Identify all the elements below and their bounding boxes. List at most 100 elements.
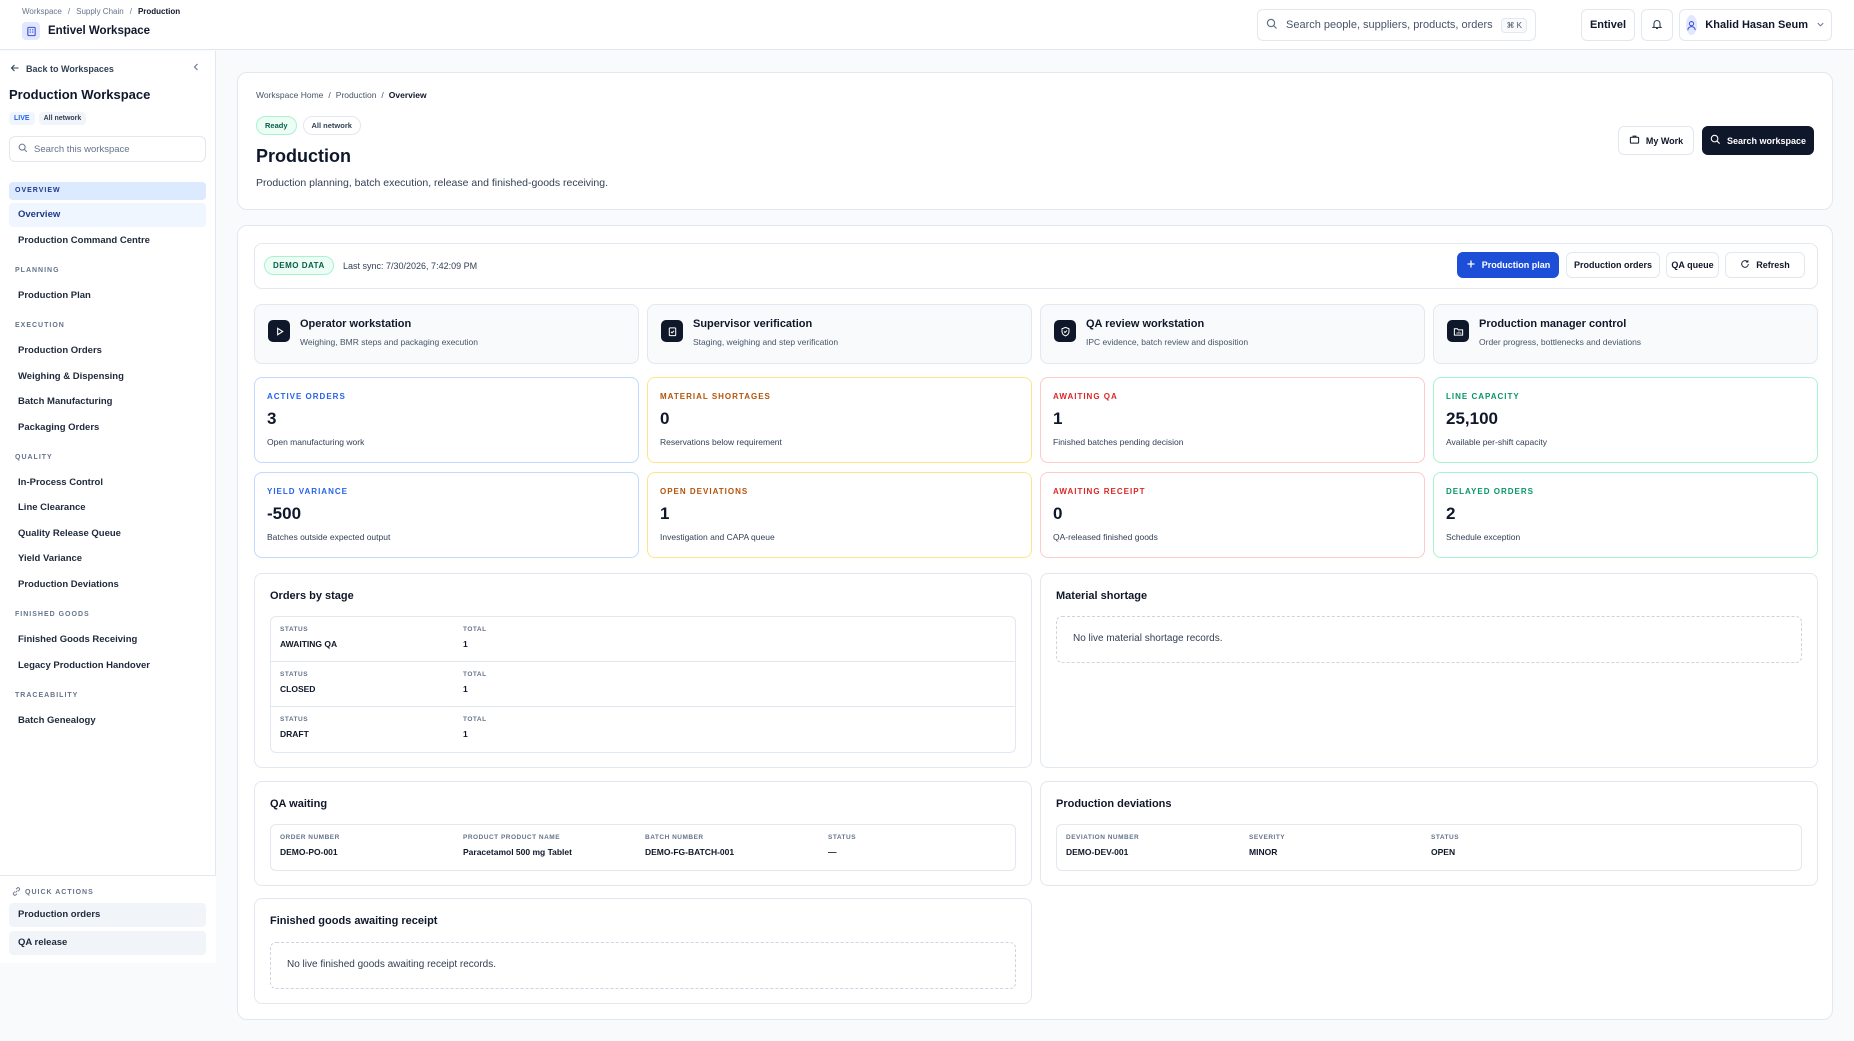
- table-cell: 1: [463, 684, 468, 694]
- sidebar-item-production-plan[interactable]: Production Plan: [9, 284, 206, 308]
- my-work-button[interactable]: My Work: [1618, 126, 1694, 155]
- workspace-title[interactable]: Entivel Workspace: [22, 22, 150, 40]
- table-row[interactable]: STATUS AWAITING QA TOTAL 1: [271, 617, 1015, 662]
- kpi-line-capacity[interactable]: LINE CAPACITY 25,100 Available per-shift…: [1433, 377, 1818, 463]
- play-icon: [268, 320, 290, 342]
- sync-bar: DEMO DATA Last sync: 7/30/2026, 7:42:09 …: [254, 243, 1818, 289]
- kpi-subtitle: QA-released finished goods: [1053, 532, 1158, 542]
- quick-action-production-orders[interactable]: Production orders: [9, 903, 206, 927]
- sidebar-item-batch-manufacturing[interactable]: Batch Manufacturing: [9, 390, 206, 414]
- sidebar-badges: LIVE All network: [9, 112, 87, 125]
- table-cell: 1: [463, 639, 468, 649]
- table-cell: 1: [463, 729, 468, 739]
- sidebar: Back to Workspaces Production Workspace …: [0, 51, 216, 963]
- back-label: Back to Workspaces: [26, 64, 114, 74]
- crumb-workspace-home[interactable]: Workspace Home: [256, 90, 323, 100]
- crumb-production[interactable]: Production: [336, 90, 377, 100]
- sidebar-item-production-deviations[interactable]: Production Deviations: [9, 573, 206, 597]
- production-orders-button[interactable]: Production orders: [1566, 252, 1660, 278]
- kpi-value: 0: [660, 409, 670, 428]
- chevron-left-icon: [190, 62, 202, 76]
- quick-action-qa-release[interactable]: QA release: [9, 931, 206, 955]
- sidebar-item-command-centre[interactable]: Production Command Centre: [9, 229, 206, 253]
- back-to-workspaces-link[interactable]: Back to Workspaces: [10, 63, 114, 75]
- supervisor-verification-card[interactable]: Supervisor verification Staging, weighin…: [647, 304, 1032, 364]
- last-sync-text: Last sync: 7/30/2026, 7:42:09 PM: [343, 261, 478, 271]
- workstation-subtitle: Weighing, BMR steps and packaging execut…: [300, 337, 478, 347]
- bell-icon: [1651, 18, 1663, 33]
- kpi-value: 25,100: [1446, 409, 1498, 428]
- page-subtitle: Production planning, batch execution, re…: [256, 177, 608, 189]
- network-badge: All network: [302, 116, 361, 135]
- table-row[interactable]: ORDER NUMBER DEMO-PO-001 PRODUCT PRODUCT …: [271, 825, 1015, 870]
- shield-check-icon: [1054, 320, 1076, 342]
- empty-message: No live material shortage records.: [1073, 633, 1223, 644]
- page-breadcrumb: Workspace Home / Production / Overview: [256, 90, 427, 100]
- fg-awaiting-receipt-panel: Finished goods awaiting receipt No live …: [254, 898, 1032, 1004]
- panel-title: Finished goods awaiting receipt: [270, 915, 438, 927]
- table-row[interactable]: DEVIATION NUMBER DEMO-DEV-001 SEVERITY MIN…: [1057, 825, 1801, 870]
- building-icon: [22, 22, 40, 40]
- table-cell: —: [828, 847, 837, 857]
- column-header: DEVIATION NUMBER: [1066, 834, 1140, 841]
- table-row[interactable]: STATUS DRAFT TOTAL 1: [271, 707, 1015, 752]
- kpi-yield-variance[interactable]: YIELD VARIANCE -500 Batches outside expe…: [254, 472, 639, 558]
- table-cell: OPEN: [1431, 847, 1456, 857]
- section-finished-goods: FINISHED GOODS: [15, 611, 90, 618]
- user-menu-button[interactable]: Khalid Hasan Seum: [1679, 9, 1832, 41]
- kpi-value: 1: [1053, 409, 1063, 428]
- kpi-label: OPEN DEVIATIONS: [660, 487, 749, 496]
- sidebar-item-packaging-orders[interactable]: Packaging Orders: [9, 416, 206, 440]
- kpi-delayed-orders[interactable]: DELAYED ORDERS 2 Schedule exception: [1433, 472, 1818, 558]
- refresh-button[interactable]: Refresh: [1725, 252, 1805, 278]
- kpi-active-orders[interactable]: ACTIVE ORDERS 3 Open manufacturing work: [254, 377, 639, 463]
- quick-actions-title: QUICK ACTIONS: [12, 887, 94, 898]
- sidebar-item-fg-receiving[interactable]: Finished Goods Receiving: [9, 628, 206, 652]
- sidebar-item-legacy-handover[interactable]: Legacy Production Handover: [9, 654, 206, 678]
- empty-state: No live material shortage records.: [1056, 616, 1802, 663]
- sidebar-item-production-orders[interactable]: Production Orders: [9, 339, 206, 363]
- workstation-subtitle: Order progress, bottlenecks and deviatio…: [1479, 337, 1642, 347]
- operator-workstation-card[interactable]: Operator workstation Weighing, BMR steps…: [254, 304, 639, 364]
- production-manager-card[interactable]: Production manager control Order progres…: [1433, 304, 1818, 364]
- status-badge: Ready: [256, 116, 297, 135]
- sidebar-item-yield-variance[interactable]: Yield Variance: [9, 547, 206, 571]
- table-row[interactable]: STATUS CLOSED TOTAL 1: [271, 662, 1015, 707]
- notifications-button[interactable]: [1641, 9, 1673, 41]
- breadcrumb-workspace[interactable]: Workspace: [22, 7, 62, 16]
- qa-review-workstation-card[interactable]: QA review workstation IPC evidence, batc…: [1040, 304, 1425, 364]
- org-switcher-button[interactable]: Entivel: [1581, 9, 1635, 41]
- column-header: STATUS: [828, 834, 857, 841]
- kpi-awaiting-qa[interactable]: AWAITING QA 1 Finished batches pending d…: [1040, 377, 1425, 463]
- demo-data-badge: DEMO DATA: [264, 256, 334, 275]
- overview-content: DEMO DATA Last sync: 7/30/2026, 7:42:09 …: [237, 225, 1833, 1020]
- orders-by-stage-table: STATUS AWAITING QA TOTAL 1 STATUS CLOSED TO…: [270, 616, 1016, 753]
- sidebar-item-overview[interactable]: Overview: [9, 203, 206, 227]
- kpi-label: LINE CAPACITY: [1446, 392, 1520, 401]
- empty-message: No live finished goods awaiting receipt …: [287, 959, 496, 970]
- kpi-open-deviations[interactable]: OPEN DEVIATIONS 1 Investigation and CAPA…: [647, 472, 1032, 558]
- kpi-subtitle: Investigation and CAPA queue: [660, 532, 775, 542]
- sidebar-item-quality-release[interactable]: Quality Release Queue: [9, 522, 206, 546]
- qa-queue-button[interactable]: QA queue: [1666, 252, 1719, 278]
- sidebar-item-line-clearance[interactable]: Line Clearance: [9, 496, 206, 520]
- production-plan-button[interactable]: Production plan: [1457, 252, 1559, 278]
- workspace-search-input[interactable]: Search this workspace: [9, 136, 206, 162]
- workstation-title: Operator workstation: [300, 318, 412, 330]
- kpi-awaiting-receipt[interactable]: AWAITING RECEIPT 0 QA-released finished …: [1040, 472, 1425, 558]
- global-search-input[interactable]: Search people, suppliers, products, orde…: [1257, 9, 1536, 41]
- workstation-title: Production manager control: [1479, 318, 1627, 330]
- empty-state: No live finished goods awaiting receipt …: [270, 942, 1016, 989]
- page-title: Production: [256, 146, 351, 166]
- breadcrumb-supply-chain[interactable]: Supply Chain: [76, 7, 124, 16]
- sidebar-item-weighing[interactable]: Weighing & Dispensing: [9, 365, 206, 389]
- collapse-sidebar-button[interactable]: [190, 61, 202, 76]
- search-workspace-button[interactable]: Search workspace: [1702, 126, 1814, 155]
- sidebar-item-in-process-control[interactable]: In-Process Control: [9, 471, 206, 495]
- sidebar-item-batch-genealogy[interactable]: Batch Genealogy: [9, 709, 206, 733]
- sidebar-title: Production Workspace: [9, 87, 151, 102]
- column-header: TOTAL: [463, 626, 487, 633]
- kpi-subtitle: Open manufacturing work: [267, 437, 365, 447]
- folder-chart-icon: [1447, 320, 1469, 342]
- kpi-material-shortages[interactable]: MATERIAL SHORTAGES 0 Reservations below …: [647, 377, 1032, 463]
